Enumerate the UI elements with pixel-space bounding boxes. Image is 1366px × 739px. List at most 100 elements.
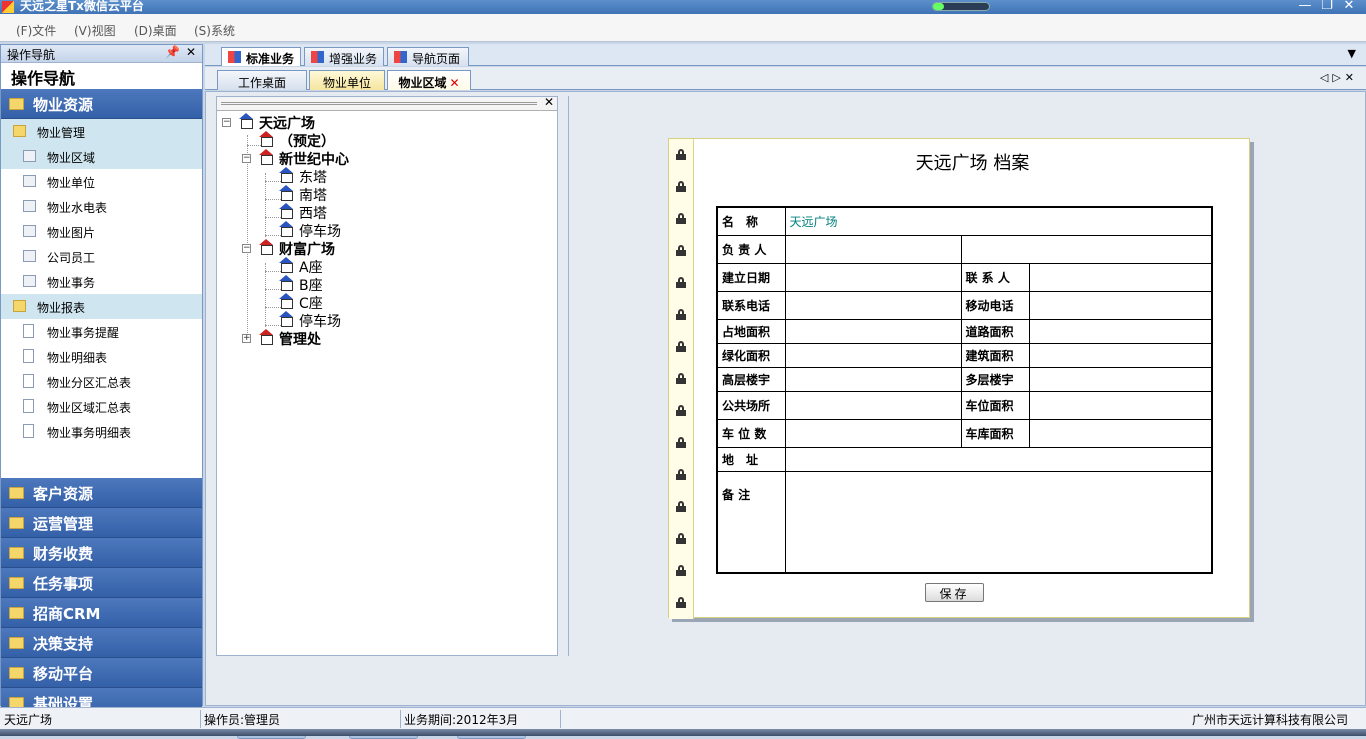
nav-category-operations[interactable]: 运营管理 bbox=[1, 508, 202, 538]
nav-item-utility-meter[interactable]: 物业水电表 bbox=[1, 194, 202, 219]
expand-toggle[interactable]: + bbox=[242, 334, 251, 343]
table-icon bbox=[23, 150, 36, 162]
nav-group-property-reports[interactable]: 物业报表 bbox=[1, 294, 202, 319]
field-parking-count[interactable] bbox=[784, 418, 962, 448]
tab-work-desktop[interactable]: 工作桌面 bbox=[217, 70, 307, 90]
field-name[interactable]: 天远广场 bbox=[784, 206, 1213, 236]
label-land-area: 占地面积 bbox=[716, 318, 786, 344]
tab-property-area[interactable]: 物业区域 ✕ bbox=[387, 70, 471, 90]
nav-group-property-management[interactable]: 物业管理 bbox=[1, 119, 202, 144]
field-note[interactable] bbox=[784, 470, 1213, 574]
field-public[interactable] bbox=[784, 390, 962, 420]
tab-navigation-page[interactable]: 导航页面 bbox=[387, 47, 469, 66]
collapse-toggle[interactable]: − bbox=[242, 154, 251, 163]
area-tree-panel: ✕ − 天远广场 （预定） − 新世纪中心 东塔 南塔 西塔 停车场 − 财富广… bbox=[216, 95, 558, 656]
nav-item-property-affairs[interactable]: 物业事务 bbox=[1, 269, 202, 294]
label-manager: 负 责 人 bbox=[716, 234, 786, 264]
nav-category-tasks[interactable]: 任务事项 bbox=[1, 568, 202, 598]
nav-title: 操作导航 bbox=[11, 69, 76, 88]
field-manager[interactable] bbox=[784, 234, 962, 264]
label-name: 名 称 bbox=[716, 206, 786, 236]
nav-category-mobile[interactable]: 移动平台 bbox=[1, 658, 202, 688]
tab-scroll-buttons[interactable]: ◁▷✕ bbox=[1320, 71, 1358, 84]
document-icon bbox=[23, 424, 34, 438]
nav-close-icon[interactable]: ✕ bbox=[186, 45, 196, 59]
nav-item-property-detail[interactable]: 物业明细表 bbox=[1, 344, 202, 369]
tab-property-unit[interactable]: 物业单位 bbox=[309, 70, 385, 90]
folder-icon bbox=[9, 667, 24, 679]
binder-ring-icon bbox=[676, 373, 686, 384]
label-garage-area: 车库面积 bbox=[960, 418, 1030, 448]
nav-item-staff[interactable]: 公司员工 bbox=[1, 244, 202, 269]
field-build-area[interactable] bbox=[1028, 342, 1213, 368]
field-land-area[interactable] bbox=[784, 318, 962, 344]
nav-category-customer-resources[interactable]: 客户资源 bbox=[1, 478, 202, 508]
label-public: 公共场所 bbox=[716, 390, 786, 420]
chevron-down-icon[interactable]: ▼ bbox=[1348, 47, 1356, 60]
field-phone[interactable] bbox=[784, 290, 962, 320]
nav-item-zone-summary[interactable]: 物业分区汇总表 bbox=[1, 369, 202, 394]
field-address[interactable] bbox=[784, 446, 1213, 472]
nav-category-decision-support[interactable]: 决策支持 bbox=[1, 628, 202, 658]
label-est-date: 建立日期 bbox=[716, 262, 786, 292]
building-icon bbox=[239, 113, 253, 129]
tab-close-icon[interactable]: ✕ bbox=[449, 76, 459, 90]
label-phone: 联系电话 bbox=[716, 290, 786, 320]
nav-item-property-unit[interactable]: 物业单位 bbox=[1, 169, 202, 194]
label-note: 备 注 bbox=[716, 470, 786, 574]
field-contact[interactable] bbox=[1028, 262, 1213, 292]
save-button[interactable]: 保存 bbox=[925, 583, 984, 602]
record-title: 天远广场 档案 bbox=[915, 153, 1030, 174]
nav-category-crm[interactable]: 招商CRM bbox=[1, 598, 202, 628]
binder-ring-icon bbox=[676, 501, 686, 512]
menu-desktop[interactable]: (D)桌面 bbox=[134, 22, 177, 39]
tree-close-icon[interactable]: ✕ bbox=[544, 95, 554, 109]
nav-panel-caption: 操作导航 bbox=[7, 48, 56, 62]
tab-icon bbox=[228, 51, 241, 63]
minimize-button[interactable]: — bbox=[1296, 0, 1314, 13]
binder-ring-icon bbox=[676, 565, 686, 576]
field-manager-extra[interactable] bbox=[960, 234, 1213, 264]
menu-file[interactable]: (F)文件 bbox=[16, 22, 56, 39]
menu-view[interactable]: (V)视图 bbox=[74, 22, 116, 39]
nav-category-finance[interactable]: 财务收费 bbox=[1, 538, 202, 568]
table-icon bbox=[23, 225, 36, 237]
nav-item-property-area[interactable]: 物业区域 bbox=[1, 144, 202, 169]
label-multi-story: 多层楼宇 bbox=[960, 366, 1030, 392]
collapse-toggle[interactable]: − bbox=[222, 118, 231, 127]
close-window-button[interactable]: ✕ bbox=[1340, 0, 1358, 13]
nav-item-affair-reminder[interactable]: 物业事务提醒 bbox=[1, 319, 202, 344]
nav-item-area-summary[interactable]: 物业区域汇总表 bbox=[1, 394, 202, 419]
label-mobile: 移动电话 bbox=[960, 290, 1030, 320]
taskbar bbox=[0, 729, 1366, 736]
nav-item-affair-detail[interactable]: 物业事务明细表 bbox=[1, 419, 202, 444]
restore-button[interactable]: ❐ bbox=[1318, 0, 1336, 13]
house-icon bbox=[279, 203, 293, 219]
house-icon bbox=[279, 257, 293, 273]
label-road-area: 道路面积 bbox=[960, 318, 1030, 344]
grip-handle[interactable] bbox=[221, 102, 537, 105]
status-company: 广州市天远计算科技有限公司 bbox=[1192, 713, 1349, 727]
table-icon bbox=[23, 250, 36, 262]
menu-system[interactable]: (S)系统 bbox=[194, 22, 235, 39]
binder-ring-icon bbox=[676, 341, 686, 352]
collapse-toggle[interactable]: − bbox=[242, 244, 251, 253]
binder-ring-icon bbox=[676, 213, 686, 224]
field-multi-story[interactable] bbox=[1028, 366, 1213, 392]
nav-item-property-images[interactable]: 物业图片 bbox=[1, 219, 202, 244]
field-high-rise[interactable] bbox=[784, 366, 962, 392]
field-est-date[interactable] bbox=[784, 262, 962, 292]
nav-category-property-resources[interactable]: 物业资源 bbox=[1, 89, 202, 119]
binder-ring-icon bbox=[676, 277, 686, 288]
table-icon bbox=[23, 200, 36, 212]
tab-enhanced-business[interactable]: 增强业务 bbox=[304, 47, 384, 66]
field-mobile[interactable] bbox=[1028, 290, 1213, 320]
field-parking-area[interactable] bbox=[1028, 390, 1213, 420]
table-icon bbox=[23, 175, 36, 187]
pin-icon[interactable]: 📌 bbox=[165, 45, 180, 59]
tab-standard-business[interactable]: 标准业务 bbox=[221, 47, 301, 66]
field-green-area[interactable] bbox=[784, 342, 962, 368]
field-road-area[interactable] bbox=[1028, 318, 1213, 344]
document-icon bbox=[23, 349, 34, 363]
field-garage-area[interactable] bbox=[1028, 418, 1213, 448]
